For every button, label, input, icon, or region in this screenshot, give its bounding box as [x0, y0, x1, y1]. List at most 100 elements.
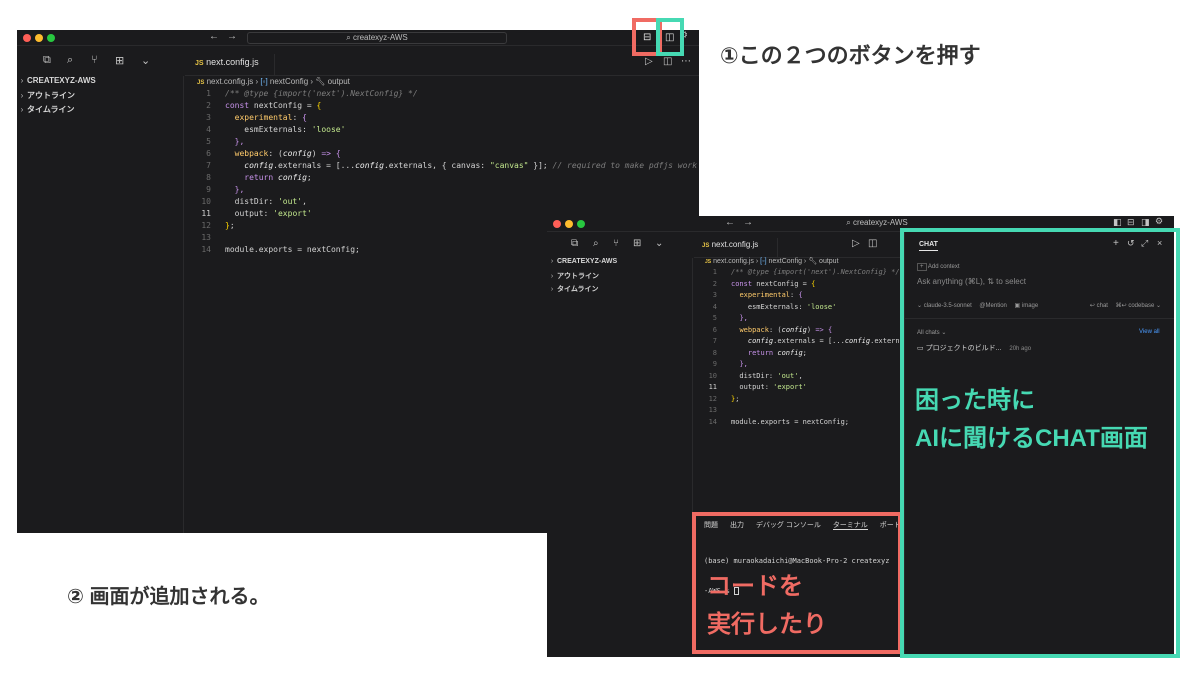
code-token: ;: [229, 221, 235, 230]
toggle-secondary-sidebar-icon[interactable]: ◨: [1141, 217, 1150, 228]
search-box-text: createxyz-AWS: [852, 218, 908, 227]
breadcrumb-item[interactable]: nextConfig: [769, 258, 802, 265]
editor-tab-bar: JS next.config.js ▷ ◫ ⋯: [185, 46, 699, 76]
explorer-icon[interactable]: ⧉: [571, 238, 578, 249]
code-token: 'out': [277, 197, 303, 206]
settings-gear-icon[interactable]: ⚙: [1155, 216, 1163, 227]
minimize-window-button[interactable]: [35, 34, 43, 42]
code-line: 7 config.externals = [...config.external…: [197, 160, 697, 172]
toggle-panel-icon[interactable]: ⊟: [1127, 217, 1135, 228]
search-icon: ⌕: [346, 33, 351, 42]
tree-item-outline[interactable]: › アウトライン: [547, 271, 599, 281]
code-token: const: [225, 101, 250, 110]
step1-annotation: ①この２つのボタンを押す: [720, 43, 981, 68]
code-token: 'export': [773, 383, 807, 391]
search-view-icon[interactable]: ⌕: [593, 238, 599, 249]
code-token: config: [355, 161, 384, 170]
toggle-secondary-sidebar-icon[interactable]: ◫: [665, 32, 674, 43]
code-token: nextConfig: [752, 279, 803, 288]
code-token: : (: [768, 325, 782, 334]
variable-icon: [◦]: [260, 77, 268, 86]
line-number: 14: [708, 417, 717, 426]
tree-item-label: タイムライン: [557, 286, 599, 293]
code-token: output:: [225, 209, 274, 218]
search-view-icon[interactable]: ⌕: [67, 54, 73, 67]
tree-item-timeline[interactable]: › タイムライン: [547, 284, 599, 294]
command-search-box[interactable]: ⌕ createxyz-AWS: [247, 32, 507, 44]
code-line: 11 output: 'export': [705, 382, 807, 394]
line-number: 5: [206, 137, 211, 146]
code-editor[interactable]: 1 /** @type {import('next').NextConfig} *…: [705, 267, 902, 447]
breadcrumb-item[interactable]: output: [819, 258, 838, 265]
line-number: 11: [708, 383, 717, 391]
breadcrumb-item[interactable]: next.config.js: [207, 77, 254, 86]
line-number: 6: [712, 325, 717, 334]
tree-item-outline[interactable]: › アウトライン: [17, 90, 75, 101]
run-icon[interactable]: ▷: [852, 238, 860, 249]
line-number: 8: [712, 348, 717, 357]
code-line: 1 /** @type {import('next').NextConfig} *…: [197, 88, 417, 100]
more-actions-icon[interactable]: ⋯: [681, 56, 691, 67]
back-arrow-icon[interactable]: ←: [725, 217, 735, 228]
code-line: 12};: [705, 394, 740, 406]
code-token: {: [335, 149, 341, 158]
code-token: "canvas": [489, 161, 529, 170]
activity-bar: ⧉ ⌕ ⑂ ⊞ ⌄: [17, 46, 184, 76]
tree-item-project[interactable]: › CREATEXYZ-AWS: [547, 258, 617, 265]
chevron-right-icon: ›: [550, 258, 554, 265]
line-number: 9: [206, 185, 211, 194]
chevron-down-icon[interactable]: ⌄: [655, 238, 663, 249]
toggle-panel-icon[interactable]: ⊟: [643, 32, 651, 43]
editor-tab[interactable]: JS next.config.js: [694, 238, 778, 258]
code-token: nextConfig: [249, 101, 307, 110]
code-line: 2 const nextConfig = {: [197, 100, 321, 112]
source-control-icon[interactable]: ⑂: [613, 238, 619, 249]
line-number: 8: [206, 173, 211, 182]
explorer-icon[interactable]: ⧉: [43, 54, 51, 67]
line-number: 1: [206, 89, 211, 98]
minimize-window-button[interactable]: [565, 220, 573, 228]
tree-item-project[interactable]: › CREATEXYZ-AWS: [17, 76, 96, 85]
split-editor-icon[interactable]: ◫: [868, 238, 877, 249]
forward-arrow-icon[interactable]: →: [227, 31, 237, 42]
forward-arrow-icon[interactable]: →: [743, 217, 753, 228]
code-line: 10 distDir: 'out',: [705, 371, 803, 383]
breadcrumb-item[interactable]: output: [328, 77, 350, 86]
run-icon[interactable]: ▷: [645, 56, 653, 67]
js-file-icon: JS: [705, 259, 712, 265]
back-arrow-icon[interactable]: ←: [209, 31, 219, 42]
tree-item-label: タイムライン: [27, 105, 75, 114]
code-token: ,: [302, 197, 307, 206]
code-token: /** @type {import('next').NextConfig} */: [731, 268, 900, 276]
breadcrumb-item[interactable]: nextConfig: [270, 77, 308, 86]
code-line: 5 },: [197, 136, 244, 148]
code-token: ): [311, 149, 322, 158]
code-token: },: [739, 360, 748, 368]
tree-item-label: CREATEXYZ-AWS: [27, 76, 96, 85]
breadcrumb-item[interactable]: next.config.js: [713, 258, 754, 265]
code-token: .externals = [...: [273, 161, 356, 170]
chevron-down-icon[interactable]: ⌄: [141, 54, 150, 67]
close-window-button[interactable]: [23, 34, 31, 42]
editor-tab[interactable]: JS next.config.js: [185, 54, 275, 76]
close-window-button[interactable]: [553, 220, 561, 228]
source-control-icon[interactable]: ⑂: [91, 54, 98, 66]
maximize-window-button[interactable]: [47, 34, 55, 42]
chevron-right-icon: ›: [20, 105, 24, 114]
split-editor-icon[interactable]: ◫: [663, 56, 672, 67]
code-token: config: [278, 173, 307, 182]
code-line: 4 esmExternals: 'loose': [705, 302, 837, 314]
code-token: distDir:: [225, 197, 278, 206]
extensions-icon[interactable]: ⊞: [115, 54, 124, 67]
code-token: return: [747, 348, 774, 357]
extensions-icon[interactable]: ⊞: [633, 238, 641, 249]
code-token: {: [798, 291, 803, 299]
tree-item-timeline[interactable]: › タイムライン: [17, 104, 75, 115]
toggle-primary-sidebar-icon[interactable]: ◧: [1113, 217, 1122, 228]
code-token: : (: [268, 149, 283, 158]
maximize-window-button[interactable]: [577, 220, 585, 228]
code-token: config: [777, 348, 803, 357]
